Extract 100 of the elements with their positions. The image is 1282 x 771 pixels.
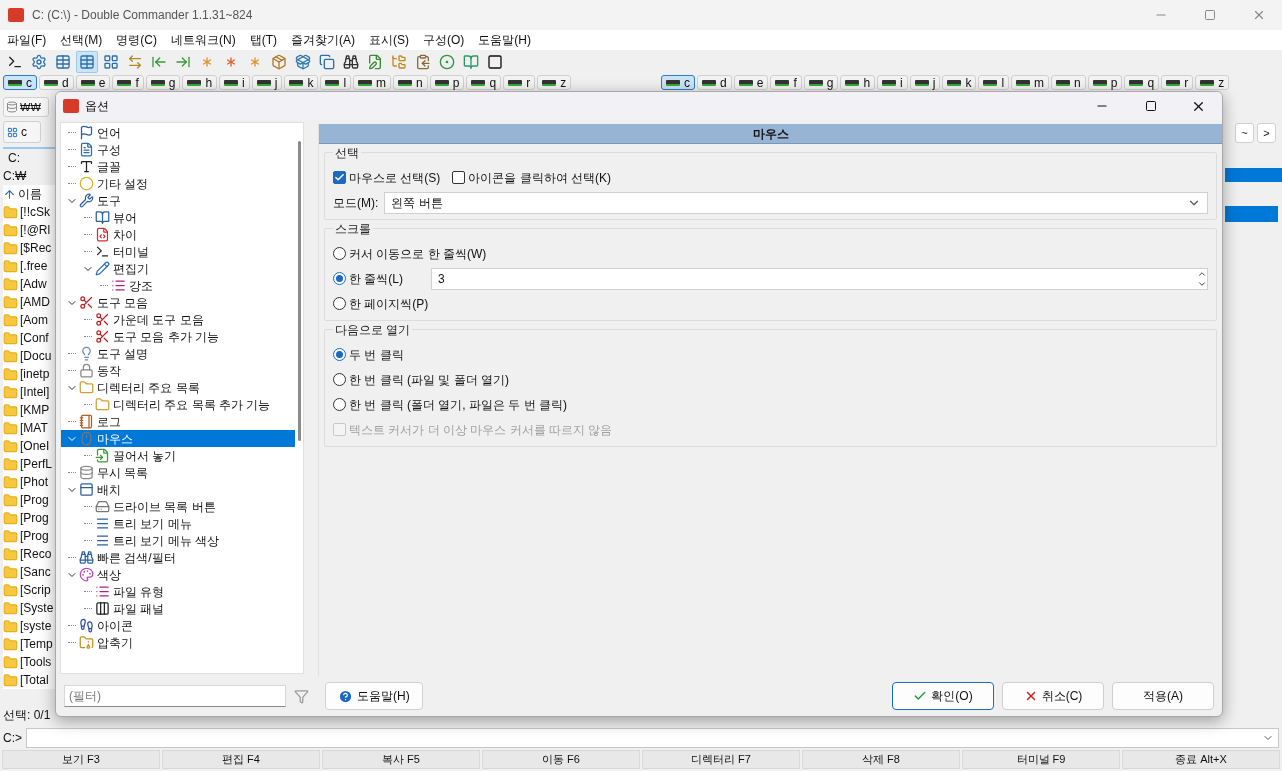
- tree-item[interactable]: 가운데 도구 모음: [61, 311, 295, 328]
- drive-button[interactable]: n: [393, 75, 428, 90]
- drive-button[interactable]: r: [503, 75, 536, 90]
- file-name[interactable]: [Scrip: [20, 581, 51, 599]
- drive-button[interactable]: r: [1161, 75, 1194, 90]
- tree-item[interactable]: 압축기: [61, 634, 295, 651]
- file-name[interactable]: [Adw: [20, 275, 47, 293]
- file-name[interactable]: [Reco: [20, 545, 52, 563]
- drive-button[interactable]: k: [942, 75, 977, 90]
- tree-item[interactable]: 강조: [61, 277, 295, 294]
- radio-button[interactable]: 한 줄씩(L): [333, 269, 419, 288]
- radio-button[interactable]: 한 번 클릭 (파일 및 폴더 열기): [333, 370, 509, 389]
- radio-button[interactable]: 커서 이동으로 한 줄씩(W): [333, 244, 487, 263]
- tree-item[interactable]: 빠른 검색/필터: [61, 549, 295, 566]
- tree-item[interactable]: 뷰어: [61, 209, 295, 226]
- file-name[interactable]: [inetp: [20, 365, 50, 383]
- drive-button[interactable]: q: [1124, 75, 1160, 90]
- tree-item[interactable]: 도구 모음 추가 기능: [61, 328, 295, 345]
- file-name[interactable]: [Aom: [20, 311, 48, 329]
- drive-button[interactable]: q: [466, 75, 502, 90]
- menu-item[interactable]: 탭(T): [242, 31, 284, 49]
- tree-item[interactable]: 로그: [61, 413, 295, 430]
- menu-item[interactable]: 파일(F): [0, 31, 54, 49]
- drive-button[interactable]: n: [1051, 75, 1086, 90]
- tree-item[interactable]: 트리 보기 메뉴: [61, 515, 295, 532]
- file-name[interactable]: [Tools: [20, 653, 52, 671]
- drive-button[interactable]: i: [219, 75, 250, 90]
- checkbox[interactable]: 마우스로 선택(S): [333, 168, 441, 187]
- file-name[interactable]: [Prog: [20, 527, 49, 545]
- drive-button[interactable]: p: [429, 75, 465, 90]
- drive-button[interactable]: z: [537, 75, 572, 90]
- menu-item[interactable]: 도움말(H): [471, 31, 538, 49]
- file-name[interactable]: [Prog: [20, 509, 49, 527]
- function-key-button[interactable]: 편집 F4: [162, 750, 320, 769]
- tree-item[interactable]: 디렉터리 주요 목록: [61, 379, 295, 396]
- tree-item[interactable]: 무시 목록: [61, 464, 295, 481]
- tree-item[interactable]: 드라이브 목록 버튼: [61, 498, 295, 515]
- tree-item[interactable]: 기타 설정: [61, 175, 295, 192]
- menu-item[interactable]: 구성(O): [416, 31, 472, 49]
- tree-item[interactable]: 파일 유형: [61, 583, 295, 600]
- file-name[interactable]: [Temp: [20, 635, 53, 653]
- function-key-button[interactable]: 이동 F6: [482, 750, 640, 769]
- drive-button[interactable]: l: [978, 75, 1010, 90]
- function-key-button[interactable]: 삭제 F8: [802, 750, 960, 769]
- filter-field[interactable]: (필터): [64, 685, 286, 707]
- drive-button[interactable]: h: [840, 75, 876, 90]
- tree-item[interactable]: 디렉터리 주요 목록 추가 기능: [61, 396, 295, 413]
- drive-button[interactable]: c: [661, 75, 695, 90]
- path-button[interactable]: ~: [1235, 123, 1254, 143]
- clear-filter-icon[interactable]: [294, 688, 309, 704]
- radio-button[interactable]: 한 번 클릭 (폴더 열기, 파일은 두 번 클릭): [333, 395, 567, 414]
- drive-button[interactable]: l: [320, 75, 352, 90]
- file-name[interactable]: [Total: [20, 671, 49, 689]
- drive-button[interactable]: d: [39, 75, 74, 90]
- drive-button[interactable]: j: [251, 75, 283, 90]
- drive-button[interactable]: f: [112, 75, 144, 90]
- function-key-button[interactable]: 보기 F3: [2, 750, 160, 769]
- tree-item[interactable]: 파일 패널: [61, 600, 295, 617]
- drive-button[interactable]: m: [1011, 75, 1050, 90]
- file-name[interactable]: [!@Rl: [20, 221, 51, 239]
- function-key-button[interactable]: 디렉터리 F7: [642, 750, 800, 769]
- scrollbar-thumb[interactable]: [297, 141, 301, 441]
- drive-button[interactable]: z: [1195, 75, 1230, 90]
- tree-item[interactable]: 마우스: [61, 430, 295, 447]
- tree-item[interactable]: 차이: [61, 226, 295, 243]
- function-key-button[interactable]: 터미널 F9: [962, 750, 1120, 769]
- drive-button[interactable]: p: [1087, 75, 1123, 90]
- drive-button[interactable]: j: [909, 75, 941, 90]
- tree-item[interactable]: 아이콘: [61, 617, 295, 634]
- spin-field[interactable]: 3: [431, 267, 1208, 290]
- drive-button[interactable]: e: [75, 75, 111, 90]
- tree-item[interactable]: 동작: [61, 362, 295, 379]
- ok-button[interactable]: 확인(O): [892, 682, 994, 710]
- drive-button[interactable]: g: [145, 75, 181, 90]
- column-header[interactable]: 이름: [3, 185, 55, 203]
- file-name[interactable]: [MAT: [20, 419, 48, 437]
- tree-item[interactable]: 도구 모음: [61, 294, 295, 311]
- menu-item[interactable]: 표시(S): [362, 31, 416, 49]
- tree-item[interactable]: 편집기: [61, 260, 295, 277]
- drive-button[interactable]: g: [803, 75, 839, 90]
- drive-button[interactable]: e: [733, 75, 769, 90]
- command-field[interactable]: [26, 728, 1279, 748]
- tree-item[interactable]: 글꼴: [61, 158, 295, 175]
- drive-button[interactable]: c: [3, 121, 41, 143]
- file-name[interactable]: [Syste: [20, 599, 54, 617]
- checkbox[interactable]: 아이콘을 클릭하여 선택(K): [452, 168, 611, 187]
- file-name[interactable]: [Intel]: [20, 383, 50, 401]
- function-key-button[interactable]: 복사 F5: [322, 750, 480, 769]
- menu-item[interactable]: 즐겨찾기(A): [284, 31, 362, 49]
- tree-item[interactable]: 색상: [61, 566, 295, 583]
- tree-item[interactable]: 배치: [61, 481, 295, 498]
- mode-dropdown[interactable]: 왼쪽 버튼: [384, 191, 1208, 214]
- menu-item[interactable]: 선택(M): [53, 31, 110, 49]
- file-name[interactable]: [!!cSk: [20, 203, 50, 221]
- network-button[interactable]: ₩₩: [3, 97, 49, 117]
- drive-button[interactable]: m: [353, 75, 392, 90]
- tree-item[interactable]: 언어: [61, 124, 295, 141]
- radio-button[interactable]: 한 페이지씩(P): [333, 294, 429, 313]
- file-name[interactable]: [Prog: [20, 491, 49, 509]
- tree-item[interactable]: 구성: [61, 141, 295, 158]
